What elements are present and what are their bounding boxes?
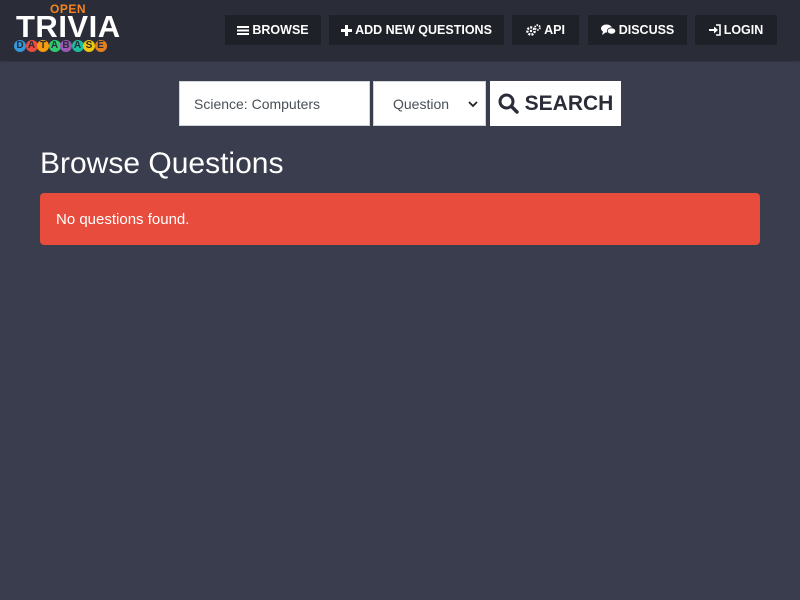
search-type-selected: Question	[393, 95, 450, 112]
add-new-questions-button[interactable]: ADD NEW QUESTIONS	[329, 15, 504, 45]
logo-database-letters: D A T A B A S E	[14, 40, 107, 52]
browse-button[interactable]: BROWSE	[225, 15, 321, 45]
search-icon	[498, 93, 519, 114]
discuss-label: DISCUSS	[618, 23, 675, 37]
chevron-down-icon	[468, 97, 478, 114]
search-button[interactable]: SEARCH	[490, 81, 621, 126]
logo-letter: B	[60, 40, 72, 52]
page-title: Browse Questions	[40, 147, 284, 180]
logo-letter: T	[37, 40, 49, 52]
bars-icon	[237, 25, 250, 36]
alert-message: No questions found.	[56, 210, 190, 228]
logo-letter: S	[83, 40, 95, 52]
cogs-icon	[526, 24, 541, 36]
no-results-alert: No questions found.	[40, 193, 760, 245]
logo-letter: A	[25, 40, 38, 52]
api-label: API	[544, 23, 565, 37]
search-input[interactable]	[179, 81, 370, 126]
discuss-button[interactable]: DISCUSS	[588, 15, 687, 45]
plus-icon	[341, 24, 353, 36]
navbar: OPEN TRIVIA D A T A B A S E BROWSE ADD N…	[0, 0, 800, 60]
logo-letter: E	[94, 40, 107, 52]
logo-letter: A	[48, 40, 61, 52]
comments-icon	[600, 24, 616, 36]
logo-letter: A	[71, 40, 84, 52]
search-button-label: SEARCH	[524, 91, 614, 115]
login-button[interactable]: LOGIN	[695, 15, 777, 45]
logo-letter: D	[14, 40, 26, 52]
login-label: LOGIN	[723, 23, 764, 37]
sign-in-icon	[708, 24, 721, 36]
search-type-select[interactable]: Question	[373, 81, 486, 126]
add-new-questions-label: ADD NEW QUESTIONS	[355, 23, 492, 37]
logo-trivia-text: TRIVIA	[16, 9, 121, 44]
api-button[interactable]: API	[512, 15, 579, 45]
open-trivia-database-logo[interactable]: OPEN TRIVIA D A T A B A S E	[14, 2, 126, 58]
browse-label: BROWSE	[252, 23, 309, 37]
